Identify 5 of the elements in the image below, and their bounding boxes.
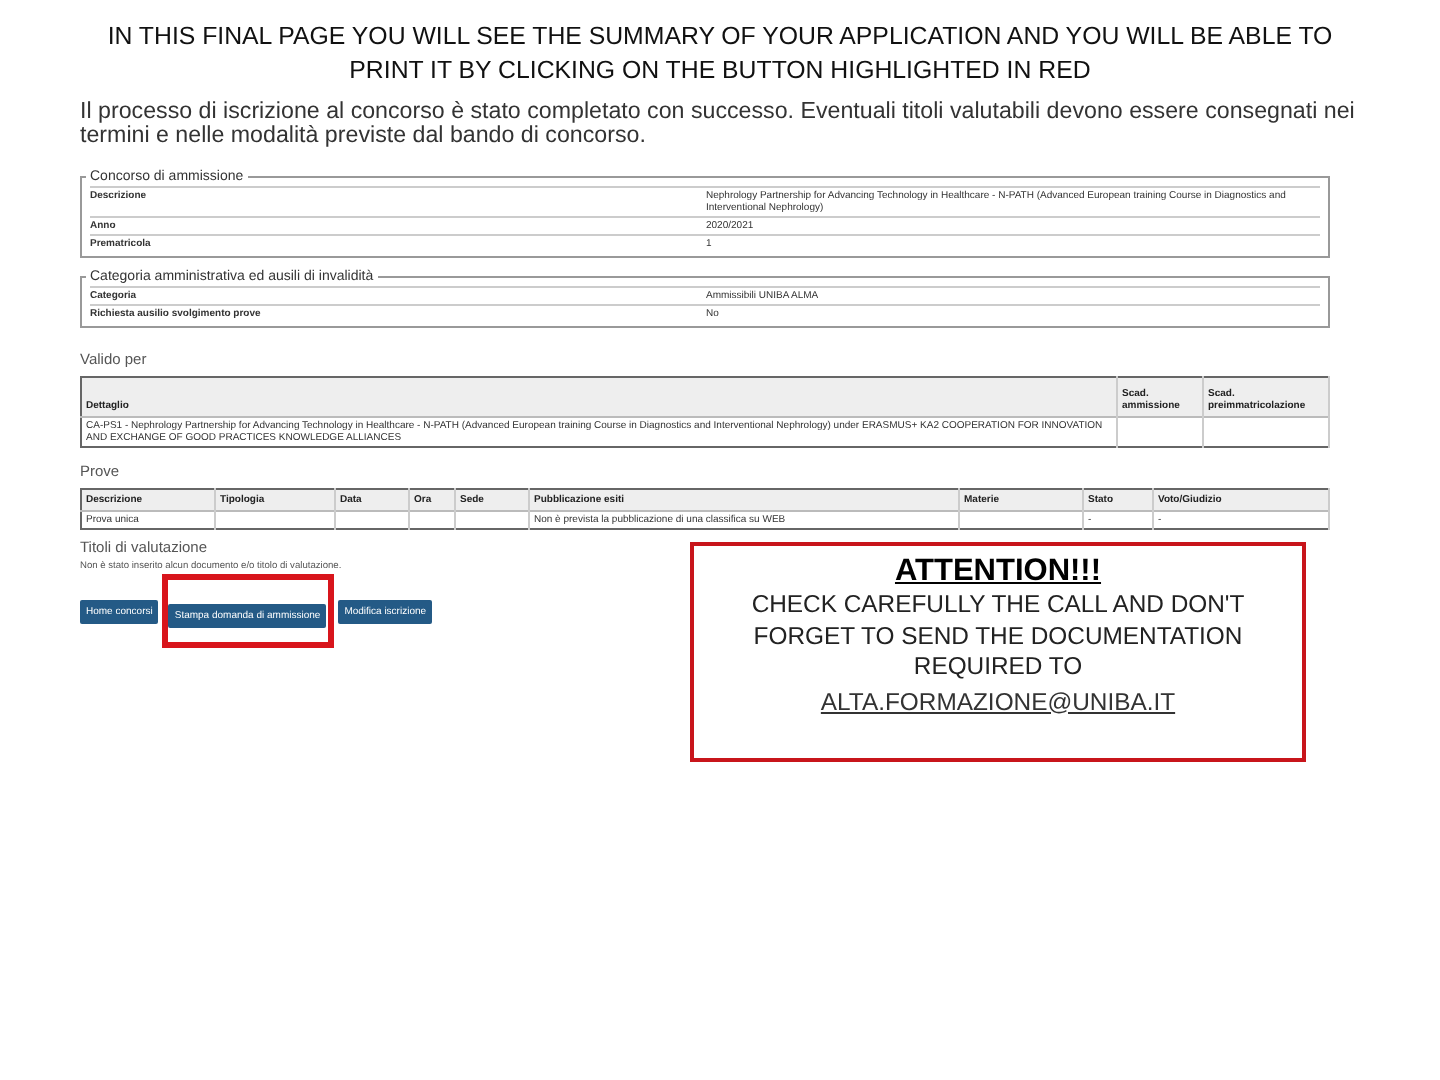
email-link[interactable]: ALTA.FORMAZIONE@UNIBA.IT: [820, 687, 1176, 715]
notice-text: CHECK CAREFULLY THE CALL AND DON'T FORGET TO SEND THE DOCUMENTATION REQUIRED TO: [749, 590, 1247, 683]
intro-text: Il processo di iscrizione al concorso è stato completato con successo. Eventuali titoli valutabili devono essere consegnati nei termini e nelle modalità previste dal bando di concorso.: [80, 100, 1357, 148]
slide-caption: IN THIS FINAL PAGE YOU WILL SEE THE SUMMARY OF YOUR APPLICATION AND YOU WILL BE ABLE TO PRINT IT BY CLICKING ON THE BUTTON HIGHLIGHTED IN RED: [105, 20, 1335, 88]
notice-title: ATTENTION!!!: [892, 552, 1104, 590]
